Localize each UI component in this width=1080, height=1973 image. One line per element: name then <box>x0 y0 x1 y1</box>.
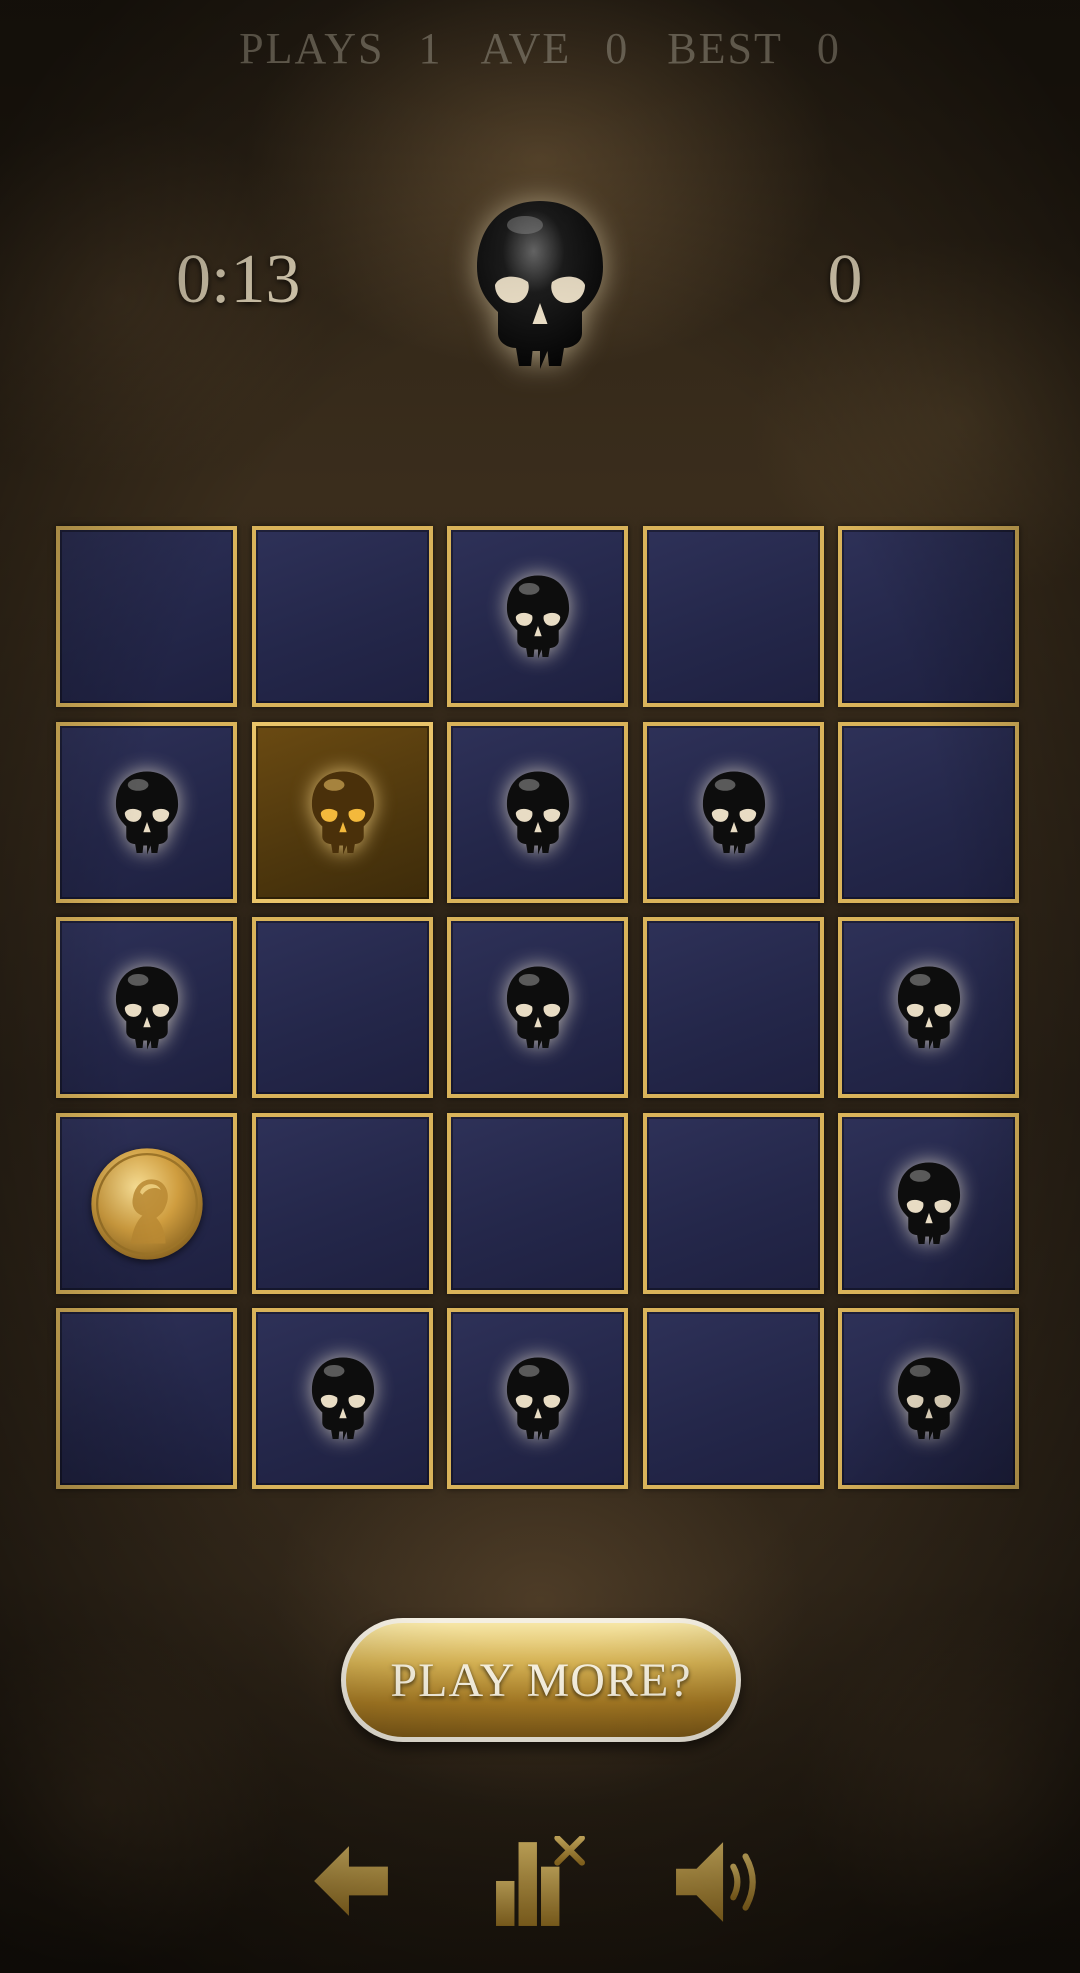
best-label: BEST <box>667 23 783 73</box>
board-tile[interactable] <box>643 1308 824 1489</box>
best-value: 0 <box>816 23 841 73</box>
ave-value: 0 <box>605 23 630 73</box>
board-tile[interactable] <box>447 1113 628 1294</box>
skull-icon <box>477 201 603 369</box>
board-tile[interactable] <box>252 722 433 903</box>
board-tile[interactable] <box>643 1113 824 1294</box>
stats-reset-icon[interactable] <box>494 1836 586 1928</box>
board-tile[interactable] <box>838 722 1019 903</box>
board-tile[interactable] <box>643 917 824 1098</box>
skull-icon <box>702 771 765 854</box>
board-tile[interactable] <box>643 526 824 707</box>
board-tile[interactable] <box>56 722 237 903</box>
board-tile[interactable] <box>838 1113 1019 1294</box>
timer: 0:13 <box>176 241 301 318</box>
board-tile[interactable] <box>447 917 628 1098</box>
board-tile[interactable] <box>56 1308 237 1489</box>
board-tile[interactable] <box>838 1308 1019 1489</box>
skull-icon <box>506 966 569 1049</box>
score: 0 <box>827 241 863 318</box>
stats-bar: PLAYS 1 AVE 0 BEST 0 <box>0 18 1080 78</box>
board-tile[interactable] <box>838 526 1019 707</box>
skull-icon <box>311 771 374 854</box>
gold-coin-icon <box>90 1147 203 1260</box>
board-tile[interactable] <box>447 526 628 707</box>
board-tile[interactable] <box>252 917 433 1098</box>
plays-value: 1 <box>418 23 443 73</box>
speaker-icon[interactable] <box>674 1838 766 1926</box>
board-tile[interactable] <box>56 917 237 1098</box>
skull-icon <box>506 575 569 658</box>
board-tile[interactable] <box>56 526 237 707</box>
board-tile[interactable] <box>252 526 433 707</box>
board-tile[interactable] <box>447 722 628 903</box>
plays-label: PLAYS <box>239 23 385 73</box>
skull-icon <box>506 1357 569 1440</box>
ave-label: AVE <box>480 23 572 73</box>
board-tile[interactable] <box>447 1308 628 1489</box>
board-tile[interactable] <box>56 1113 237 1294</box>
skull-icon <box>897 966 960 1049</box>
play-more-button[interactable]: PLAY MORE? <box>341 1618 741 1742</box>
board-tile[interactable] <box>643 722 824 903</box>
skull-icon <box>897 1357 960 1440</box>
board-tile[interactable] <box>252 1113 433 1294</box>
game-board <box>56 526 1026 1496</box>
board-tile[interactable] <box>252 1308 433 1489</box>
board-tile[interactable] <box>838 917 1019 1098</box>
skull-icon <box>897 1162 960 1245</box>
arrow-left-icon[interactable] <box>310 1840 392 1922</box>
skull-icon <box>115 771 178 854</box>
skull-icon <box>115 966 178 1049</box>
skull-icon <box>311 1357 374 1440</box>
skull-icon <box>506 771 569 854</box>
